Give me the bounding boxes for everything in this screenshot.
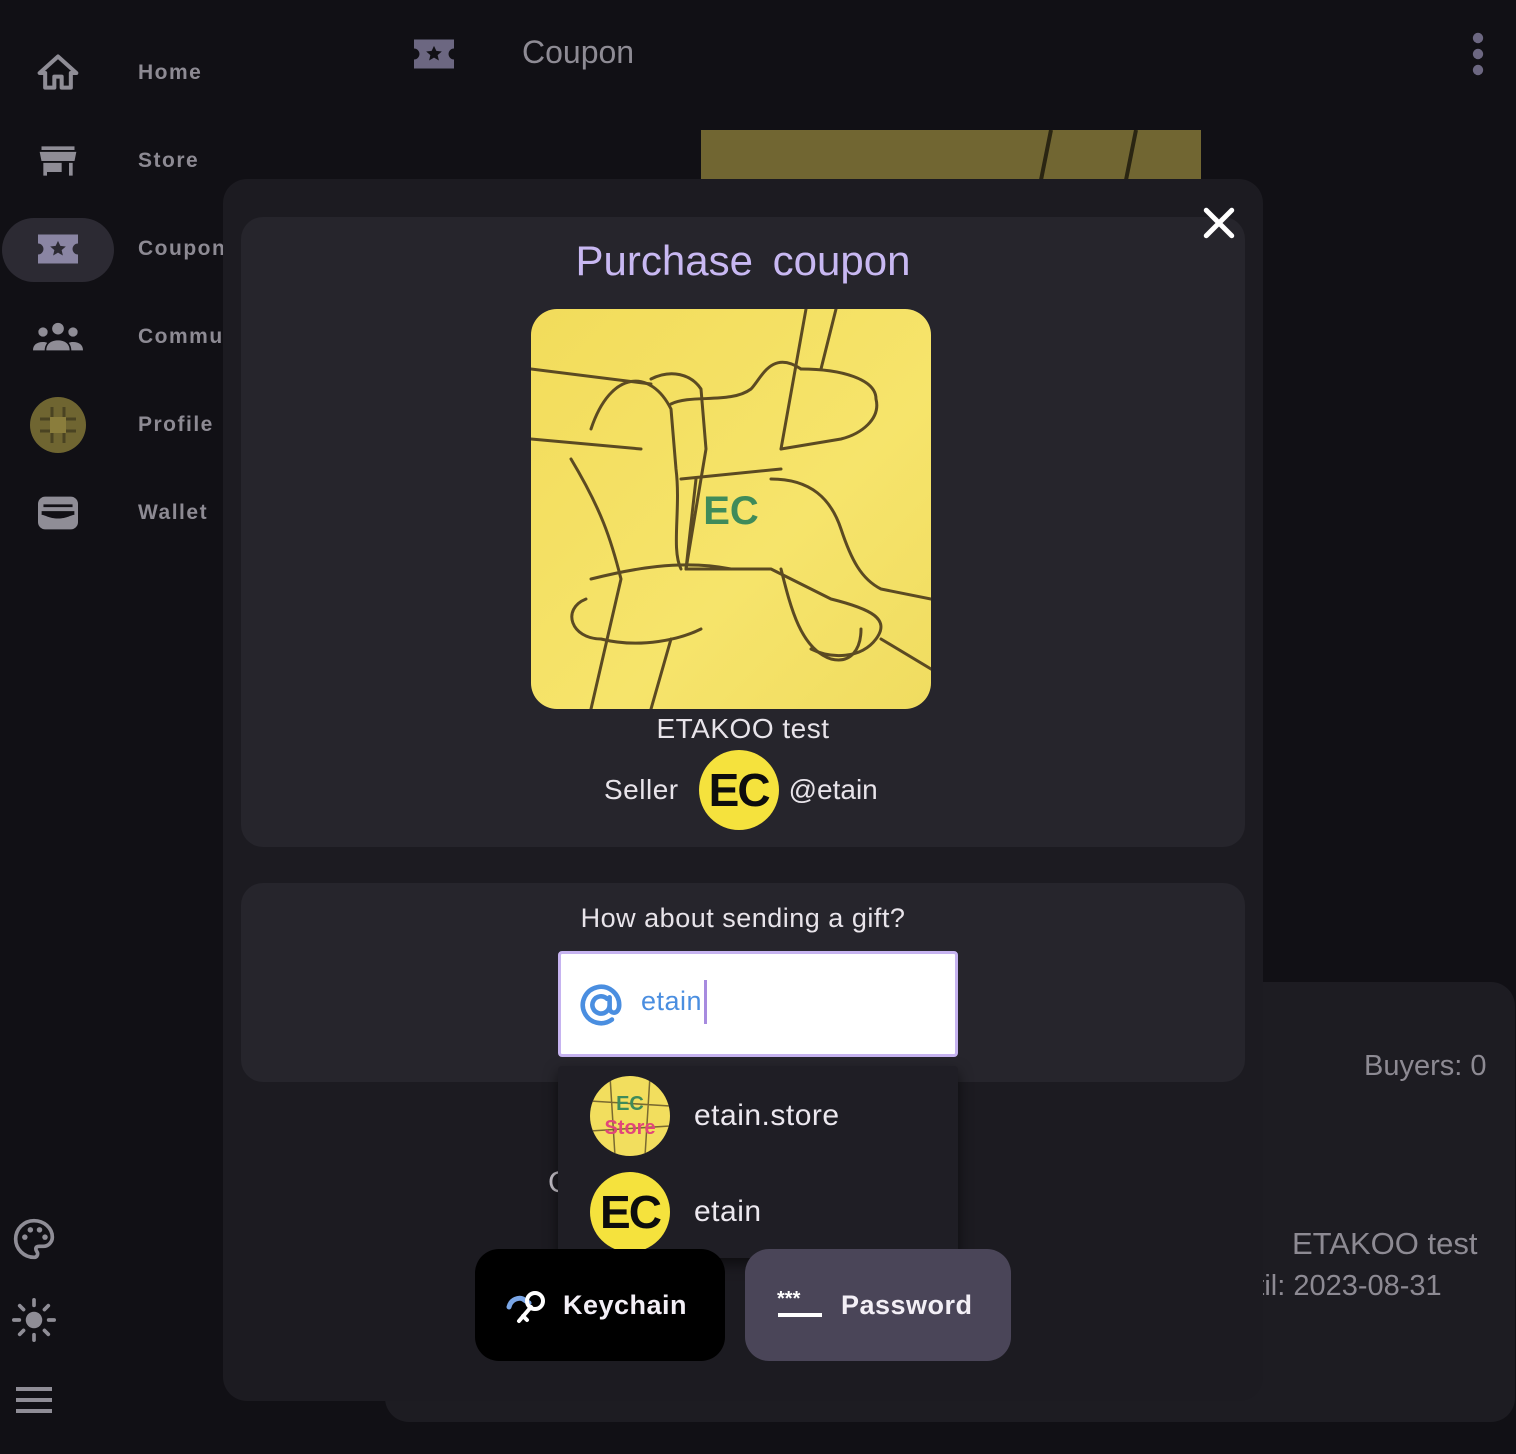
svg-text:***: *** xyxy=(777,1289,801,1310)
seller-handle[interactable]: @etain xyxy=(789,774,878,806)
coupon-banner xyxy=(701,130,1201,180)
text-caret xyxy=(704,980,707,1024)
brightness-icon[interactable] xyxy=(12,1298,56,1342)
more-vert-icon[interactable] xyxy=(1466,30,1490,78)
keychain-button[interactable]: Keychain xyxy=(475,1249,725,1361)
sidebar-item-label: Profile xyxy=(138,413,214,436)
seller-row: Seller EC @etain xyxy=(604,750,878,830)
seller-avatar[interactable]: EC xyxy=(698,750,779,830)
sidebar-item-community[interactable]: Community xyxy=(0,305,266,369)
store-icon xyxy=(30,133,86,189)
sidebar-item-wallet[interactable]: Wallet xyxy=(0,481,230,545)
community-icon xyxy=(30,309,86,365)
coupon-name-bg: ETAKOO test xyxy=(1292,1226,1478,1261)
keychain-icon xyxy=(505,1285,549,1325)
sidebar-item-coupon[interactable]: Coupon xyxy=(0,217,230,281)
coupon-image-text: EC xyxy=(703,489,759,533)
sidebar-item-profile[interactable]: Profile xyxy=(0,393,230,457)
at-icon xyxy=(578,982,624,1028)
buyers-count: Buyers: 0 xyxy=(1364,1050,1487,1082)
seller-label: Seller xyxy=(604,774,679,805)
sidebar-item-home[interactable]: Home xyxy=(0,41,230,105)
store-avatar-bottom-text: Store xyxy=(604,1117,655,1139)
sidebar-item-store[interactable]: Store xyxy=(0,129,230,193)
coupon-icon xyxy=(30,221,86,277)
keychain-button-label: Keychain xyxy=(563,1289,688,1320)
suggestion-label: etain xyxy=(694,1195,762,1228)
sidebar-item-label: Wallet xyxy=(138,501,209,524)
menu-icon[interactable] xyxy=(12,1378,56,1422)
profile-avatar xyxy=(30,397,86,453)
sidebar-item-label: Home xyxy=(138,61,203,84)
suggestion-label: etain.store xyxy=(694,1099,840,1132)
gift-input-value: etain xyxy=(641,986,703,1016)
suggestion-dropdown: EC Store etain.store EC etain xyxy=(558,1066,958,1258)
dialog-title: Purchase coupon xyxy=(575,237,911,284)
coupon-icon xyxy=(412,34,456,74)
page-title: Coupon xyxy=(522,34,635,70)
gift-recipient-input[interactable]: etain xyxy=(558,951,958,1057)
suggestion-item-etain[interactable]: EC etain xyxy=(558,1164,958,1260)
password-button-label: Password xyxy=(841,1289,973,1320)
sidebar-item-label: Store xyxy=(138,149,200,172)
sidebar-item-label: Coupon xyxy=(138,237,227,260)
store-avatar: EC Store xyxy=(590,1076,670,1156)
etain-avatar: EC xyxy=(590,1172,670,1252)
coupon-image: EC xyxy=(531,309,931,709)
wallet-icon xyxy=(30,485,86,541)
password-button[interactable]: *** Password xyxy=(745,1249,1011,1361)
suggestion-item-etain-store[interactable]: EC Store etain.store xyxy=(558,1068,958,1164)
gift-question: How about sending a gift? xyxy=(580,903,906,933)
password-icon: *** xyxy=(777,1288,823,1321)
home-icon xyxy=(30,45,86,101)
palette-icon[interactable] xyxy=(12,1217,56,1261)
store-avatar-top-text: EC xyxy=(616,1093,644,1115)
coupon-name: ETAKOO test xyxy=(656,713,830,744)
